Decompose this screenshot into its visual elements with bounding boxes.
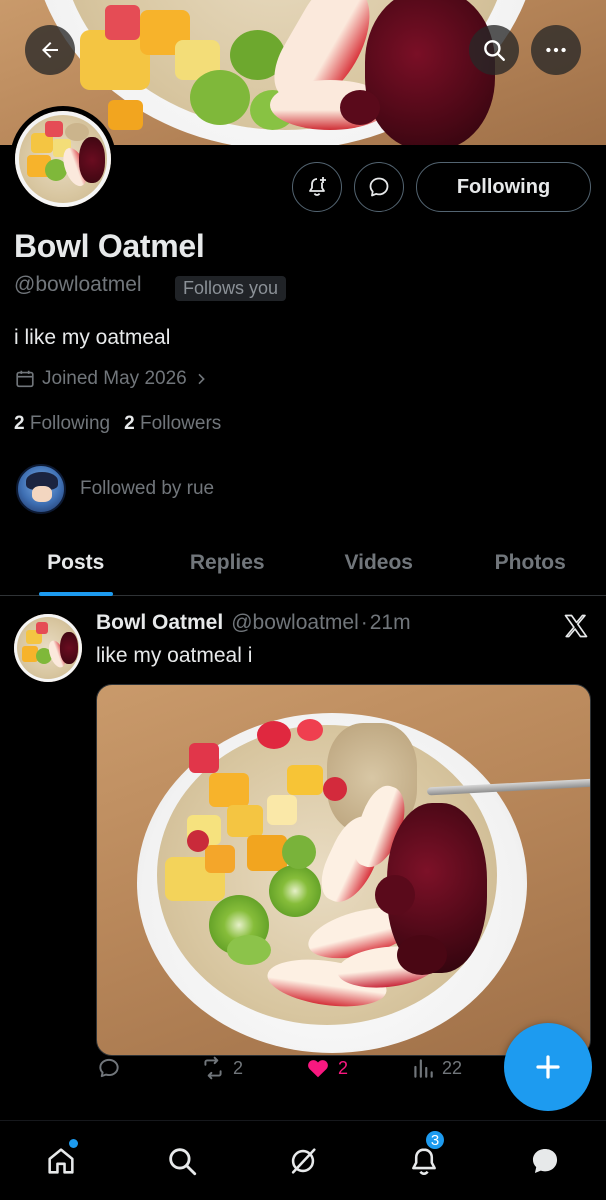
more-horizontal-icon	[546, 47, 566, 53]
bell-plus-icon	[309, 177, 326, 196]
nav-home[interactable]	[41, 1139, 81, 1181]
tab-posts[interactable]: Posts	[0, 530, 152, 595]
follow-counts: 2 Following 2 Followers	[14, 413, 221, 435]
post-separator: ·	[360, 611, 368, 634]
profile-avatar[interactable]	[10, 106, 116, 212]
joined-text: Joined May 2026	[42, 368, 187, 389]
nav-notifications[interactable]: 3	[404, 1129, 446, 1181]
reply-button[interactable]	[96, 1055, 128, 1081]
followers-count-link[interactable]: 2 Followers	[124, 413, 221, 435]
tab-replies[interactable]: Replies	[152, 530, 304, 595]
notifications-badge: 3	[424, 1129, 446, 1151]
followers-count: 2	[124, 413, 135, 434]
follows-you-badge: Follows you	[175, 276, 287, 301]
post-author-avatar[interactable]	[14, 614, 82, 682]
post-author-name[interactable]: Bowl Oatmel	[96, 611, 223, 635]
message-button[interactable]	[354, 162, 404, 212]
reply-icon	[99, 1058, 119, 1078]
like-count: 2	[338, 1057, 349, 1078]
followed-by[interactable]: Followed by rue	[16, 464, 214, 514]
arrow-left-icon	[42, 42, 58, 58]
more-button[interactable]	[531, 25, 581, 75]
home-unread-dot	[69, 1139, 78, 1148]
nav-messages[interactable]	[525, 1141, 565, 1181]
heart-filled-icon	[308, 1060, 328, 1078]
chat-bubble-icon	[369, 177, 389, 197]
post-text: like my oatmeal i	[96, 644, 253, 667]
views-count: 22	[442, 1057, 463, 1078]
following-label: Following	[29, 413, 111, 434]
joined-date[interactable]: Joined May 2026	[14, 368, 209, 390]
tab-photos[interactable]: Photos	[455, 530, 606, 595]
search-icon	[169, 1148, 197, 1176]
post-time[interactable]: 21m	[370, 611, 411, 635]
bottom-navigation: 3	[0, 1120, 606, 1200]
repost-count: 2	[233, 1057, 244, 1078]
profile-tabs: Posts Replies Videos Photos	[0, 530, 606, 596]
grok-icon	[291, 1148, 316, 1174]
post-source[interactable]	[562, 612, 590, 645]
follower-avatar	[16, 464, 66, 514]
nav-grok[interactable]	[283, 1141, 323, 1181]
chevron-right-icon	[198, 373, 205, 385]
followers-label: Followers	[139, 413, 222, 434]
back-button[interactable]	[25, 25, 75, 75]
profile-name: Bowl Oatmel	[14, 228, 205, 264]
search-icon	[484, 40, 505, 61]
avatar-image	[15, 111, 111, 207]
home-icon	[48, 1148, 74, 1174]
calendar-icon	[16, 370, 34, 388]
following-button[interactable]: Following	[416, 162, 591, 212]
messages-icon	[532, 1148, 558, 1174]
repost-button[interactable]: 2	[199, 1055, 243, 1081]
post-image[interactable]	[96, 684, 591, 1056]
views-chart-icon	[414, 1059, 433, 1078]
compose-post-button[interactable]	[504, 1023, 592, 1111]
tab-videos[interactable]: Videos	[303, 530, 455, 595]
like-button[interactable]: 2	[304, 1055, 348, 1081]
search-button[interactable]	[469, 25, 519, 75]
following-count-link[interactable]: 2 Following	[14, 413, 110, 435]
notify-button[interactable]	[292, 162, 342, 212]
post-author-handle[interactable]: @bowloatmel	[231, 611, 359, 635]
plus-icon	[536, 1055, 560, 1079]
following-count: 2	[14, 413, 25, 434]
nav-search[interactable]	[162, 1141, 202, 1181]
followed-by-text: Followed by rue	[80, 478, 215, 499]
repost-icon	[204, 1056, 222, 1080]
x-logo-icon	[564, 614, 588, 638]
views-button[interactable]: 22	[410, 1055, 462, 1081]
profile-bio: i like my oatmeal	[14, 326, 171, 349]
profile-handle: @bowloatmel	[14, 273, 142, 296]
post-header: Bowl Oatmel @bowloatmel · 21m	[96, 611, 411, 635]
